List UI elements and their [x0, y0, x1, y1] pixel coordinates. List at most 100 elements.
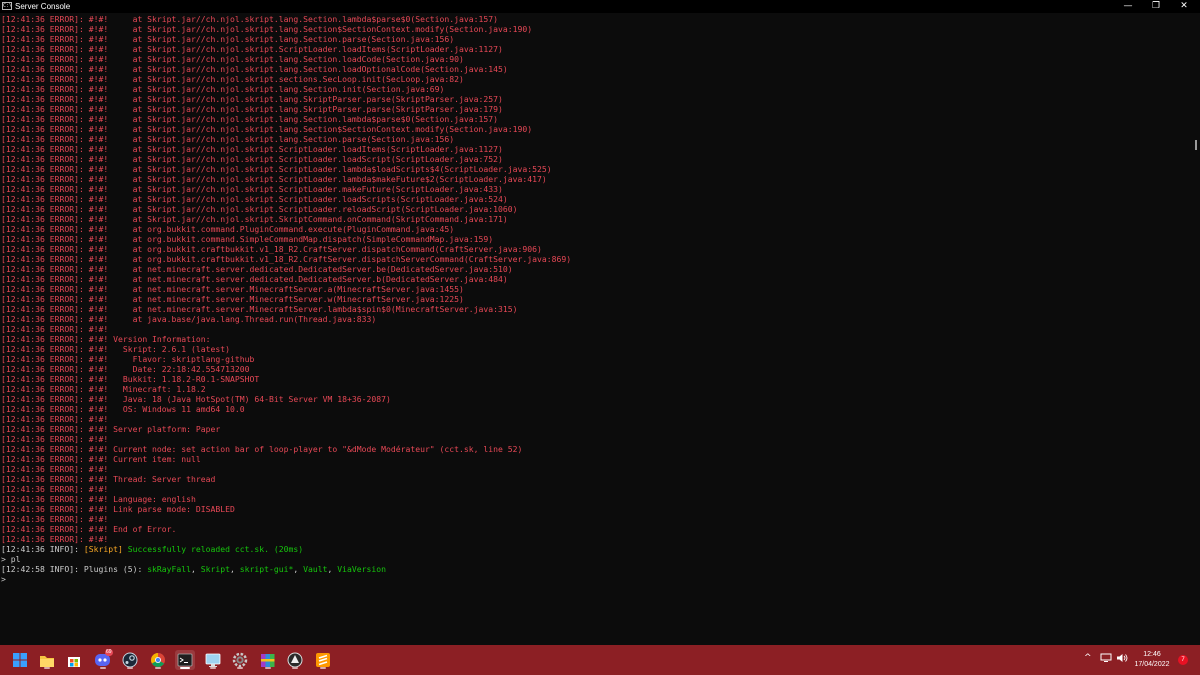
- window-title: Server Console: [15, 2, 71, 11]
- taskbar-steam[interactable]: [120, 650, 140, 670]
- plugin-separator: ,: [293, 564, 304, 574]
- plugin-separator: ,: [191, 564, 201, 574]
- notification-center-badge[interactable]: 7: [1178, 655, 1188, 665]
- console-line: [12:41:36 ERROR]: #!#! OS: Windows 11 am…: [1, 404, 245, 414]
- taskbar-settings[interactable]: [230, 650, 250, 670]
- active-indicator: [180, 667, 190, 669]
- console-line: [12:41:36 ERROR]: #!#! at Skript.jar//ch…: [1, 94, 503, 104]
- taskbar-remote-desktop[interactable]: [203, 650, 223, 670]
- taskbar-store[interactable]: [64, 650, 84, 670]
- plugin-name: Skript: [200, 564, 231, 574]
- volume-icon[interactable]: [1116, 653, 1128, 666]
- console-line: [12:41:36 ERROR]: #!#! at org.bukkit.cra…: [1, 244, 542, 254]
- close-button[interactable]: ✕: [1170, 0, 1198, 13]
- console-line: [12:41:36 ERROR]: #!#! at net.minecraft.…: [1, 294, 464, 304]
- running-indicator: [292, 667, 298, 669]
- console-line: [12:41:36 ERROR]: #!#! at Skript.jar//ch…: [1, 144, 503, 154]
- console-line: [12:41:36 ERROR]: #!#! at Skript.jar//ch…: [1, 44, 503, 54]
- taskbar-chrome[interactable]: [148, 650, 168, 670]
- console-line: [12:41:36 ERROR]: #!#! at Skript.jar//ch…: [1, 124, 533, 134]
- taskbar-clock[interactable]: 12:46 17/04/2022: [1132, 650, 1172, 670]
- console-line: [12:41:36 ERROR]: #!#!: [1, 434, 109, 444]
- console-line: [12:41:36 ERROR]: #!#! Link parse mode: …: [1, 504, 235, 514]
- console-line: [12:41:36 ERROR]: #!#! at Skript.jar//ch…: [1, 214, 508, 224]
- running-indicator: [320, 667, 326, 669]
- maximize-button[interactable]: ❐: [1142, 0, 1170, 13]
- console-line: [12:41:36 ERROR]: #!#!: [1, 534, 109, 544]
- console-prompt[interactable]: >: [0, 574, 1190, 584]
- console-line: [12:41:36 ERROR]: #!#! at java.base/java…: [1, 314, 377, 324]
- running-indicator: [155, 667, 161, 669]
- plugin-name: ViaVersion: [337, 564, 387, 574]
- running-indicator: [237, 667, 243, 669]
- console-line: [12:41:36 ERROR]: #!#!: [1, 324, 109, 334]
- console-line: [12:41:36 ERROR]: #!#! Current item: nul…: [1, 454, 201, 464]
- console-line: [12:41:36 ERROR]: #!#! Date: 22:18:42.55…: [1, 364, 250, 374]
- title-bar[interactable]: C:\ Server Console — ❐ ✕: [0, 0, 1200, 13]
- taskbar-app[interactable]: [285, 650, 305, 670]
- taskbar-terminal[interactable]: [175, 650, 195, 670]
- console-line: [12:41:36 ERROR]: #!#!: [1, 514, 109, 524]
- start-button[interactable]: [10, 650, 30, 670]
- running-indicator: [100, 667, 106, 669]
- console-line: [12:41:36 ERROR]: #!#! at Skript.jar//ch…: [1, 154, 503, 164]
- console-line: [12:41:36 ERROR]: #!#! Server platform: …: [1, 424, 221, 434]
- scrollbar-thumb[interactable]: [1195, 140, 1197, 150]
- console-line: [12:41:36 ERROR]: #!#! Language: english: [1, 494, 196, 504]
- speaker-icon: [1117, 654, 1128, 662]
- skript-tag: [Skript]: [83, 544, 123, 554]
- plugin-name: skript-gui*: [239, 564, 294, 574]
- console-line: [12:41:36 ERROR]: #!#! at Skript.jar//ch…: [1, 74, 464, 84]
- running-indicator: [265, 667, 271, 669]
- taskbar-file-explorer[interactable]: [37, 650, 57, 670]
- console-line: [12:41:36 ERROR]: #!#! at Skript.jar//ch…: [1, 24, 533, 34]
- taskbar-archive-app[interactable]: [258, 650, 278, 670]
- console-line: [12:41:36 ERROR]: #!#! Minecraft: 1.18.2: [1, 384, 206, 394]
- console-command-line: > pl: [1, 554, 21, 564]
- console-line: [12:41:36 ERROR]: #!#! at net.minecraft.…: [1, 264, 513, 274]
- network-icon[interactable]: [1100, 653, 1112, 666]
- store-icon: [68, 657, 80, 667]
- console-line: [12:41:36 ERROR]: #!#! at Skript.jar//ch…: [1, 114, 499, 124]
- console-line: [12:41:36 ERROR]: #!#! at Skript.jar//ch…: [1, 34, 455, 44]
- taskbar-sublime-text[interactable]: [313, 650, 333, 670]
- clock-date: 17/04/2022: [1134, 661, 1170, 668]
- console-line: [12:41:36 ERROR]: #!#! Current node: set…: [1, 444, 523, 454]
- console-line: [12:41:36 ERROR]: #!#! at org.bukkit.com…: [1, 224, 455, 234]
- console-line: [12:41:36 ERROR]: #!#! at net.minecraft.…: [1, 284, 464, 294]
- console-line: [12:41:36 ERROR]: #!#! at Skript.jar//ch…: [1, 64, 508, 74]
- console-line: [12:41:36 ERROR]: #!#! at Skript.jar//ch…: [1, 104, 503, 114]
- plugin-name: Vault: [303, 564, 328, 574]
- console-line: [12:41:36 ERROR]: #!#! at org.bukkit.com…: [1, 234, 494, 244]
- console-output[interactable]: [12:41:36 ERROR]: #!#! at Skript.jar//ch…: [0, 14, 1190, 644]
- console-app-icon: C:\: [2, 2, 13, 10]
- console-line: [12:41:36 ERROR]: #!#! at Skript.jar//ch…: [1, 184, 503, 194]
- console-line: [12:41:36 ERROR]: #!#! at Skript.jar//ch…: [1, 134, 455, 144]
- running-indicator: [44, 667, 50, 669]
- discord-notification-badge: 69: [105, 649, 113, 656]
- console-line: [12:41:36 ERROR]: #!#! at net.minecraft.…: [1, 304, 518, 314]
- console-line: [12:41:36 ERROR]: #!#! Java: 18 (Java Ho…: [1, 394, 391, 404]
- console-line: [12:41:36 ERROR]: #!#!: [1, 484, 109, 494]
- taskbar: 69 ^ 12:46 17/04/2022 7: [0, 645, 1200, 675]
- tray-overflow-chevron[interactable]: ^: [1084, 653, 1092, 663]
- console-line: [12:41:36 ERROR]: #!#! at Skript.jar//ch…: [1, 14, 499, 24]
- console-line: [12:41:36 ERROR]: #!#! Version Informati…: [1, 334, 211, 344]
- console-line-reload: [12:41:36 INFO]: [Skript] Successfully r…: [0, 544, 1190, 554]
- plugin-name: skRayFall: [147, 564, 192, 574]
- taskbar-discord[interactable]: 69: [93, 649, 113, 670]
- console-line: [12:41:36 ERROR]: #!#! at net.minecraft.…: [1, 274, 508, 284]
- console-line: [12:41:36 ERROR]: #!#! at org.bukkit.cra…: [1, 254, 572, 264]
- console-line: [12:41:36 ERROR]: #!#!: [1, 464, 109, 474]
- console-line: [12:41:36 ERROR]: #!#! at Skript.jar//ch…: [1, 164, 552, 174]
- clock-time: 12:46: [1143, 651, 1161, 658]
- minimize-button[interactable]: —: [1114, 0, 1142, 13]
- console-line-plugins: [12:42:58 INFO]: Plugins (5): skRayFall,…: [0, 564, 1190, 574]
- plugin-separator: ,: [230, 564, 240, 574]
- log-prefix: [12:41:36 INFO]:: [1, 544, 84, 554]
- console-line: [12:41:36 ERROR]: #!#! Flavor: skriptlan…: [1, 354, 255, 364]
- console-line: [12:41:36 ERROR]: #!#!: [1, 414, 109, 424]
- console-line: [12:41:36 ERROR]: #!#! at Skript.jar//ch…: [1, 204, 518, 214]
- running-indicator: [210, 667, 216, 669]
- console-line: [12:41:36 ERROR]: #!#! at Skript.jar//ch…: [1, 174, 547, 184]
